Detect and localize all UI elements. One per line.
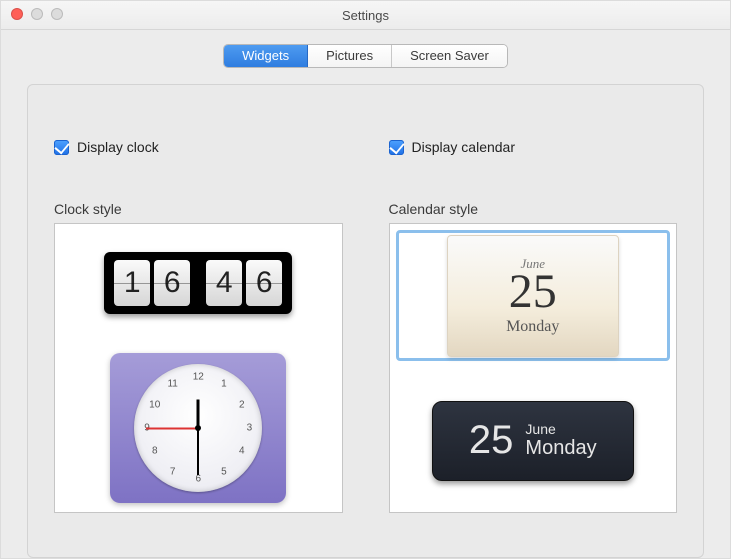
minute-hand-icon [197, 429, 199, 475]
calendar-day: 25 [469, 418, 514, 463]
flip-digit: 6 [246, 260, 282, 306]
clock-numeral: 5 [221, 466, 227, 477]
calendar-weekday: Monday [506, 318, 559, 336]
clock-numeral: 7 [170, 466, 176, 477]
analog-clock-icon: 12 1 2 3 4 5 6 7 8 9 10 [110, 353, 286, 503]
zoom-icon[interactable] [51, 8, 63, 20]
titlebar: Settings [1, 1, 730, 30]
display-calendar-row: Display calendar [389, 139, 678, 155]
clock-numeral: 12 [193, 371, 204, 382]
display-clock-label: Display clock [77, 139, 159, 155]
display-clock-row: Display clock [54, 139, 343, 155]
calendar-light-icon: June 25 Monday [447, 235, 619, 357]
window-title: Settings [1, 8, 730, 23]
tab-pictures[interactable]: Pictures [308, 45, 392, 67]
clock-numeral: 6 [195, 474, 201, 485]
clock-style-picker: 1 6 4 6 12 [54, 223, 343, 513]
clock-style-label: Clock style [54, 201, 343, 217]
display-calendar-checkbox[interactable] [389, 140, 404, 155]
calendar-style-light[interactable]: June 25 Monday [396, 230, 671, 361]
settings-window: Settings Widgets Pictures Screen Saver D… [0, 0, 731, 559]
calendar-weekday: Monday [525, 437, 596, 460]
clock-numeral: 8 [152, 446, 158, 457]
minimize-icon[interactable] [31, 8, 43, 20]
close-icon[interactable] [11, 8, 23, 20]
calendar-dark-icon: 25 June Monday [432, 401, 634, 481]
clock-numeral: 4 [239, 446, 245, 457]
calendar-column: Display calendar Calendar style June 25 … [389, 139, 678, 513]
flip-digit: 1 [114, 260, 150, 306]
flip-digit: 6 [154, 260, 190, 306]
second-hand-icon [146, 428, 198, 430]
widgets-panel: Display clock Clock style 1 6 4 6 [27, 84, 704, 558]
display-clock-checkbox[interactable] [54, 140, 69, 155]
display-calendar-label: Display calendar [412, 139, 516, 155]
flip-clock-icon: 1 6 4 6 [104, 252, 292, 314]
clock-style-analog[interactable]: 12 1 2 3 4 5 6 7 8 9 10 [61, 350, 336, 506]
clock-style-digital[interactable]: 1 6 4 6 [61, 230, 336, 336]
tab-screensaver[interactable]: Screen Saver [392, 45, 507, 67]
calendar-month: June [525, 421, 596, 437]
window-controls [11, 8, 63, 20]
clock-numeral: 2 [239, 399, 245, 410]
clock-numeral: 11 [167, 379, 177, 390]
clock-numeral: 1 [221, 379, 227, 390]
calendar-style-dark[interactable]: 25 June Monday [396, 375, 671, 506]
calendar-style-label: Calendar style [389, 201, 678, 217]
calendar-day: 25 [509, 268, 557, 316]
tab-bar: Widgets Pictures Screen Saver [1, 30, 730, 68]
tab-widgets[interactable]: Widgets [224, 45, 308, 67]
segmented-control: Widgets Pictures Screen Saver [223, 44, 508, 68]
clock-pivot-icon [195, 425, 201, 431]
clock-column: Display clock Clock style 1 6 4 6 [54, 139, 343, 513]
calendar-style-picker: June 25 Monday 25 June Monday [389, 223, 678, 513]
flip-digit: 4 [206, 260, 242, 306]
clock-numeral: 3 [247, 423, 253, 434]
clock-numeral: 10 [149, 399, 160, 410]
